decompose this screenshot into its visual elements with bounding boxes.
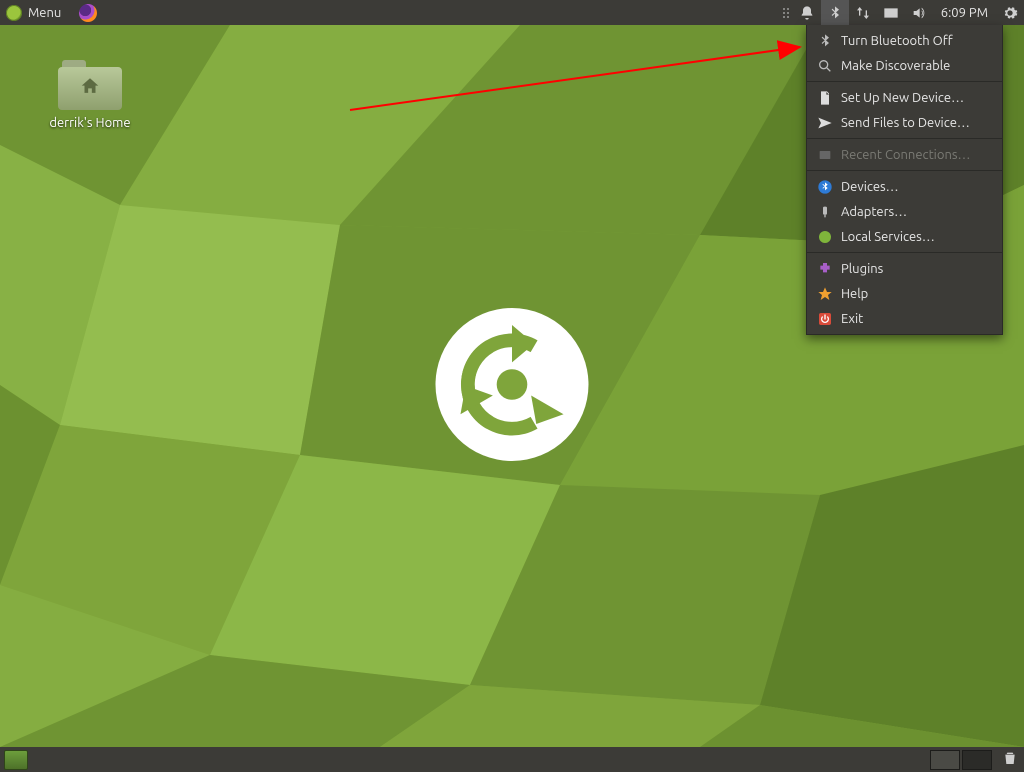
- workspace-switcher[interactable]: [930, 750, 996, 770]
- bluetooth-icon: [827, 5, 843, 21]
- menu-item-help[interactable]: Help: [807, 281, 1002, 306]
- menu-item-label: Turn Bluetooth Off: [841, 34, 953, 48]
- services-icon: [817, 229, 833, 245]
- menu-item-label: Plugins: [841, 262, 883, 276]
- ubuntu-mate-logo-icon: [6, 5, 22, 21]
- menu-item-label: Adapters…: [841, 205, 907, 219]
- gear-icon: [1002, 5, 1018, 21]
- star-icon: [817, 286, 833, 302]
- session-indicator[interactable]: [996, 0, 1024, 25]
- bottom-panel: [0, 747, 1024, 772]
- volume-icon: [911, 5, 927, 21]
- workspace-2[interactable]: [962, 750, 992, 770]
- show-desktop-button[interactable]: [4, 750, 28, 770]
- trash-icon: [1002, 749, 1018, 767]
- menu-separator: [807, 170, 1002, 171]
- recent-icon: [817, 147, 833, 163]
- menu-item-label: Set Up New Device…: [841, 91, 964, 105]
- top-panel: Menu 6:09 PM: [0, 0, 1024, 25]
- document-icon: [817, 90, 833, 106]
- menu-item-label: Local Services…: [841, 230, 935, 244]
- plugin-icon: [817, 261, 833, 277]
- sound-indicator[interactable]: [905, 0, 933, 25]
- bluetooth-icon: [817, 33, 833, 49]
- menu-item-plugins[interactable]: Plugins: [807, 256, 1002, 281]
- menu-separator: [807, 252, 1002, 253]
- menu-item-recent-connections: Recent Connections…: [807, 142, 1002, 167]
- notifications-indicator[interactable]: [793, 0, 821, 25]
- bluetooth-menu: Turn Bluetooth Off Make Discoverable Set…: [806, 25, 1003, 335]
- workspace-1[interactable]: [930, 750, 960, 770]
- mail-indicator[interactable]: [877, 0, 905, 25]
- updown-arrows-icon: [855, 5, 871, 21]
- menu-item-turn-bluetooth-off[interactable]: Turn Bluetooth Off: [807, 28, 1002, 53]
- menu-item-local-services[interactable]: Local Services…: [807, 224, 1002, 249]
- menu-item-adapters[interactable]: Adapters…: [807, 199, 1002, 224]
- bluetooth-indicator[interactable]: [821, 0, 849, 25]
- send-icon: [817, 115, 833, 131]
- clock[interactable]: 6:09 PM: [933, 6, 996, 20]
- bluetooth-blue-icon: [817, 179, 833, 195]
- menu-item-label: Make Discoverable: [841, 59, 950, 73]
- folder-icon: [58, 60, 122, 110]
- panel-grip[interactable]: [779, 8, 793, 18]
- menu-item-setup-new-device[interactable]: Set Up New Device…: [807, 85, 1002, 110]
- trash-applet[interactable]: [1002, 749, 1018, 770]
- menu-item-make-discoverable[interactable]: Make Discoverable: [807, 53, 1002, 78]
- envelope-icon: [883, 5, 899, 21]
- menu-item-exit[interactable]: Exit: [807, 306, 1002, 331]
- menu-item-label: Help: [841, 287, 868, 301]
- search-icon: [817, 58, 833, 74]
- menu-item-label: Devices…: [841, 180, 899, 194]
- menu-separator: [807, 81, 1002, 82]
- network-indicator[interactable]: [849, 0, 877, 25]
- menu-item-label: Send Files to Device…: [841, 116, 970, 130]
- bell-icon: [799, 5, 815, 21]
- firefox-icon: [79, 4, 97, 22]
- menu-item-label: Exit: [841, 312, 863, 326]
- ubuntu-mate-center-logo: [427, 300, 597, 473]
- adapter-icon: [817, 204, 833, 220]
- firefox-launcher[interactable]: [69, 0, 103, 25]
- menu-separator: [807, 138, 1002, 139]
- home-folder-icon[interactable]: derrik's Home: [40, 60, 140, 130]
- main-menu-label: Menu: [28, 6, 61, 20]
- menu-item-label: Recent Connections…: [841, 148, 970, 162]
- menu-item-devices[interactable]: Devices…: [807, 174, 1002, 199]
- power-icon: [817, 311, 833, 327]
- menu-item-send-files[interactable]: Send Files to Device…: [807, 110, 1002, 135]
- home-folder-label: derrik's Home: [40, 116, 140, 130]
- main-menu-button[interactable]: Menu: [0, 0, 69, 25]
